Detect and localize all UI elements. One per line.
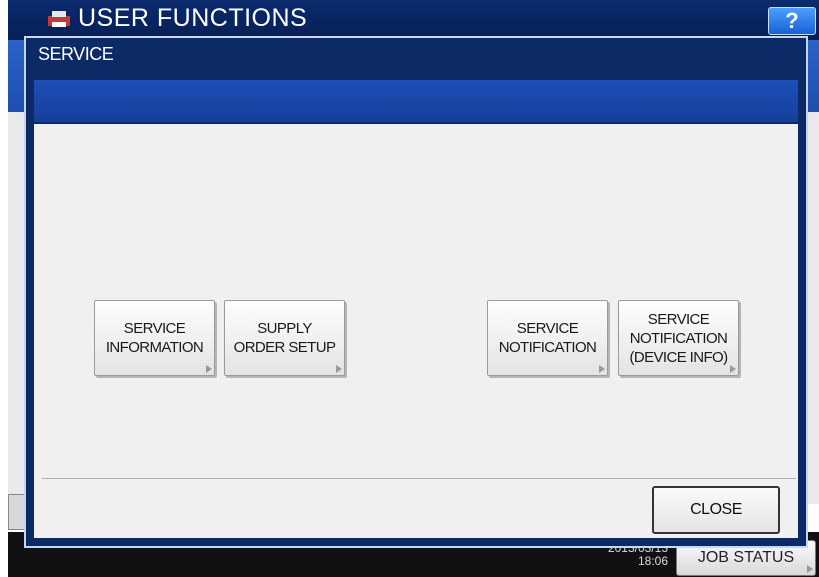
help-button[interactable]: ?: [768, 7, 816, 35]
button-label: SERVICE NOTIFICATION (DEVICE INFO): [629, 310, 728, 366]
service-information-button[interactable]: SERVICE INFORMATION: [94, 300, 215, 376]
time-text: 18:06: [637, 554, 668, 568]
supply-order-setup-button[interactable]: SUPPLY ORDER SETUP: [224, 300, 345, 376]
service-notification-device-info-button[interactable]: SERVICE NOTIFICATION (DEVICE INFO): [618, 300, 739, 376]
dialog-body: SERVICE INFORMATION SUPPLY ORDER SETUP S…: [34, 124, 798, 538]
arrow-right-icon: [206, 365, 212, 373]
printer-icon: [48, 11, 70, 27]
app-title: USER FUNCTIONS: [78, 4, 308, 32]
button-label: SUPPLY ORDER SETUP: [233, 320, 336, 356]
dialog-band: [34, 80, 798, 122]
service-notification-button[interactable]: SERVICE NOTIFICATION: [487, 300, 608, 376]
service-dialog: SERVICE SERVICE INFORMATION SUPPLY ORDER…: [24, 36, 808, 548]
close-button[interactable]: CLOSE: [652, 486, 780, 534]
arrow-right-icon: [599, 365, 605, 373]
divider: [42, 478, 796, 479]
app-header: USER FUNCTIONS ?: [8, 0, 819, 40]
button-label: SERVICE INFORMATION: [105, 320, 204, 356]
dialog-title: SERVICE: [38, 44, 114, 64]
job-status-label: JOB STATUS: [697, 549, 795, 566]
arrow-right-icon: [807, 565, 813, 573]
arrow-right-icon: [336, 365, 342, 373]
button-label: SERVICE NOTIFICATION: [498, 320, 597, 356]
arrow-right-icon: [730, 365, 736, 373]
